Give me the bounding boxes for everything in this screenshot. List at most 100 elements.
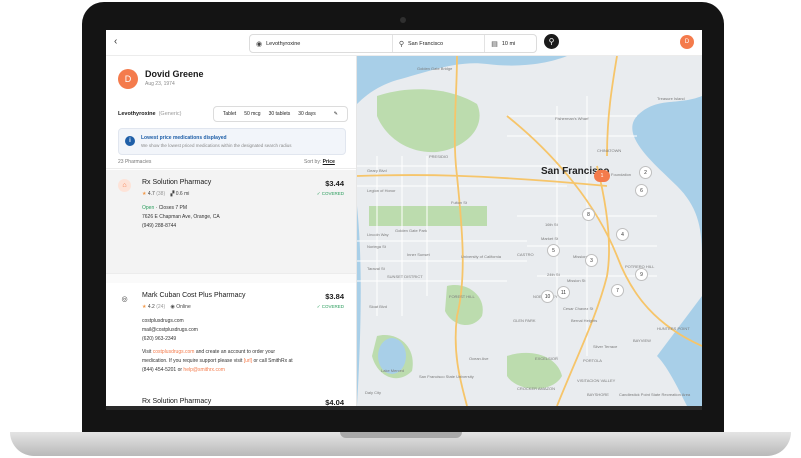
- map-label: VISITACION VALLEY: [577, 378, 616, 383]
- search-button[interactable]: ⚲: [544, 34, 559, 49]
- support-link[interactable]: [url]: [244, 358, 252, 364]
- map-pin-9[interactable]: 9: [635, 268, 648, 281]
- pharmacy-card[interactable]: ⌂ Rx Solution Pharmacy $3.44 ✓ COVERED ★…: [106, 170, 356, 273]
- map-label: Taraval St: [367, 266, 385, 271]
- pharmacy-count: 23 Pharmacies: [118, 159, 152, 165]
- screen-bottom-edge: [106, 406, 702, 410]
- webcam: [400, 17, 406, 23]
- map-label: Golden Gate Park: [395, 228, 428, 233]
- closing-time: Closes 7 PM: [158, 205, 188, 211]
- map-pin-6[interactable]: 6: [635, 184, 648, 197]
- coverage-badge: ✓ COVERED: [317, 304, 344, 310]
- map-label: Bernal Heights: [571, 318, 598, 323]
- map-label: Market St: [541, 236, 559, 241]
- back-icon[interactable]: ‹: [114, 36, 117, 47]
- pharmacy-price: $3.84: [325, 292, 344, 301]
- map-label: PRESIDIO: [429, 154, 449, 159]
- map-label: 16th St: [545, 222, 558, 227]
- distance-icon: ▞: [170, 191, 175, 197]
- pharmacy-reviews: (24): [156, 304, 166, 310]
- app-screen: ‹ ◉ Levothyroxine ⚲ San Francisco ▤ 10 m…: [106, 30, 702, 406]
- map-label: CHINATOWN: [597, 148, 622, 153]
- map-pin-11[interactable]: 11: [557, 286, 570, 299]
- map-label: Treasure Island: [657, 96, 685, 101]
- map-view[interactable]: Fisherman's Wharf Legion of Honor PRESID…: [357, 56, 702, 406]
- map-label: CASTRO: [517, 252, 534, 257]
- radius-field[interactable]: ▤ 10 mi: [485, 35, 536, 52]
- map-pin-1[interactable]: 1: [594, 170, 610, 182]
- radius-icon: ▤: [491, 40, 498, 48]
- pharmacy-email[interactable]: mail@costplusdrugs.com: [142, 327, 198, 333]
- pharmacy-mode: Online: [176, 304, 191, 310]
- pill-icon: ◉: [256, 40, 263, 48]
- map-label: FOREST HILL: [449, 294, 475, 299]
- instructions-line-3: (844) 454-5201 or help@smithrx.com: [142, 367, 225, 373]
- star-icon: ★: [142, 191, 147, 197]
- map-label: Lake Merced: [381, 368, 405, 373]
- medication-row: Levothyroxine (Generic) Tablet 50 mcg 30…: [118, 106, 348, 122]
- map-pin-7[interactable]: 7: [611, 284, 624, 297]
- info-icon: i: [125, 136, 135, 146]
- pharmacy-name: Rx Solution Pharmacy: [142, 398, 212, 405]
- map-label: SUNSET DISTRICT: [387, 274, 423, 279]
- map-pin-5[interactable]: 5: [547, 244, 560, 257]
- sort-value[interactable]: Price: [323, 159, 335, 165]
- coverage-text: COVERED: [321, 191, 344, 196]
- map-label: Inner Sunset: [407, 252, 430, 257]
- pharmacy-name: Mark Cuban Cost Plus Pharmacy: [142, 292, 246, 299]
- medication-qty: 30 tablets: [268, 111, 291, 117]
- map-label: BAYVIEW: [633, 338, 651, 343]
- map-label: GLEN PARK: [513, 318, 536, 323]
- medication-generic: (Generic): [158, 111, 182, 117]
- location-pin-icon: ⚲: [398, 40, 404, 48]
- pharmacy-phone[interactable]: (620) 963-2349: [142, 336, 176, 342]
- open-status: Open: [142, 205, 155, 211]
- map-pin-4[interactable]: 4: [616, 228, 629, 241]
- map-label: Geary Blvd: [367, 168, 387, 173]
- map-label: 24th St: [547, 272, 560, 277]
- sort-control[interactable]: Sort by: Price: [304, 159, 335, 165]
- star-icon: ★: [142, 304, 147, 310]
- map-label: Daly City: [365, 390, 382, 395]
- location-field[interactable]: ⚲ San Francisco: [393, 35, 486, 52]
- instructions-line-1: Visit costplusdrugs.com and create an ac…: [142, 349, 275, 355]
- check-circle-icon: ✓: [316, 304, 321, 309]
- map-label: Sloat Blvd: [369, 304, 388, 309]
- list-divider: [106, 168, 356, 169]
- map-label: Mission St: [567, 278, 586, 283]
- help-email-link[interactable]: help@smithrx.com: [183, 367, 224, 373]
- pharmacy-store-icon: ⌂: [118, 179, 131, 192]
- map-pin-8[interactable]: 8: [582, 208, 595, 221]
- pharmacy-site[interactable]: costplusdrugs.com: [142, 318, 184, 324]
- medication-options[interactable]: Tablet 50 mcg 30 tablets 30 days ✎: [212, 106, 348, 122]
- map-label: Lincoln Way: [367, 232, 389, 237]
- globe-icon: ◉: [170, 304, 175, 310]
- coverage-badge: ✓ COVERED: [317, 191, 344, 197]
- instructions-text: or call SmithRx at: [252, 358, 293, 364]
- user-avatar[interactable]: D: [680, 35, 694, 49]
- map-label: BAYSHORE: [587, 392, 609, 397]
- pharmacy-meta: ★ 4.2 (24) ◉ Online: [142, 304, 191, 310]
- medication-field[interactable]: ◉ Levothyroxine: [250, 35, 393, 52]
- map-label: Silver Terrace: [593, 344, 618, 349]
- map-label: Golden Gate Bridge: [417, 66, 453, 71]
- map-label: Ocean Ave: [469, 356, 489, 361]
- instructions-text: and create an account to order your: [194, 349, 276, 355]
- map-pin-10[interactable]: 10: [541, 290, 554, 303]
- site-link[interactable]: costplusdrugs.com: [153, 349, 195, 355]
- edit-pencil-icon[interactable]: ✎: [334, 111, 338, 117]
- map-pin-2[interactable]: 2: [639, 166, 652, 179]
- instructions-text: Visit: [142, 349, 153, 355]
- radius-field-value: 10 mi: [501, 40, 516, 47]
- coverage-text: COVERED: [321, 304, 344, 309]
- pharmacy-card[interactable]: Rx Solution Pharmacy $4.04: [106, 396, 356, 406]
- top-bar: ‹ ◉ Levothyroxine ⚲ San Francisco ▤ 10 m…: [106, 30, 702, 56]
- notice-body: We show the lowest priced medications wi…: [141, 143, 292, 148]
- info-notice: i Lowest price medications displayed We …: [118, 128, 346, 155]
- map-pin-3[interactable]: 3: [585, 254, 598, 267]
- pharmacy-card[interactable]: ◎ Mark Cuban Cost Plus Pharmacy $3.84 ✓ …: [106, 283, 356, 401]
- map-label: University of California: [461, 254, 502, 259]
- patient-dob: Aug 23, 1974: [145, 81, 175, 87]
- pharmacy-phone[interactable]: (949) 288-8744: [142, 223, 176, 229]
- medication-name: Levothyroxine: [118, 111, 156, 117]
